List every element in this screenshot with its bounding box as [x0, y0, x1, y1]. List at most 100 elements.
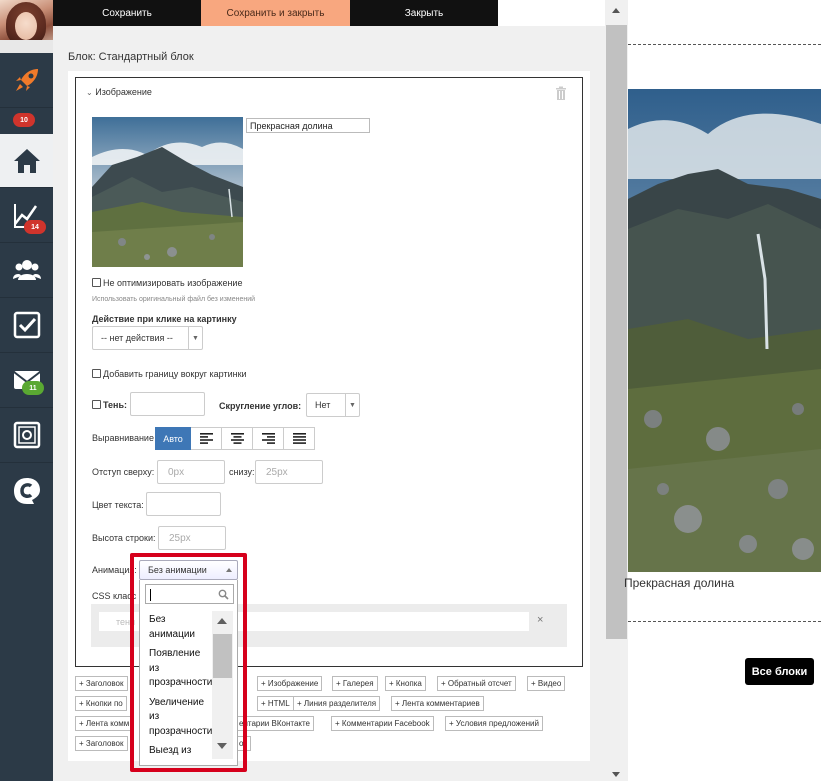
align-right-button[interactable]	[253, 427, 284, 450]
align-auto-button[interactable]: Авто	[155, 427, 191, 450]
radius-value: Нет	[315, 400, 331, 410]
trash-icon[interactable]	[555, 86, 567, 100]
tag-button[interactable]: + Изображение	[257, 676, 323, 691]
align-left-icon	[199, 433, 213, 444]
checkbox-icon	[13, 311, 40, 339]
logo-c-icon	[13, 477, 40, 504]
no-optimize-option[interactable]: Не оптимизировать изображение	[92, 278, 242, 288]
sidebar-item-mail[interactable]: 11	[0, 353, 53, 408]
align-right-icon	[261, 433, 275, 444]
padding-top-label: Отступ сверху:	[92, 467, 155, 477]
align-center-button[interactable]	[222, 427, 253, 450]
tag-button[interactable]: ентарии ВКонтакте	[235, 716, 314, 731]
align-center-icon	[230, 433, 244, 444]
padding-top-input[interactable]: 0px	[157, 460, 225, 484]
text-color-label: Цвет текста:	[92, 500, 144, 510]
dropdown-search-input[interactable]	[145, 584, 234, 604]
tag-button[interactable]: + Заголовок	[75, 736, 128, 751]
tag-button[interactable]: + Кнопка	[385, 676, 426, 691]
tag-button[interactable]: + Условия предложений	[445, 716, 543, 731]
users-icon	[12, 260, 41, 280]
section-title: Изображение	[95, 87, 152, 97]
dropdown-option[interactable]: Выезд из	[145, 742, 213, 762]
mail-badge: 11	[22, 381, 44, 395]
preview-divider	[628, 621, 821, 622]
shadow-checkbox[interactable]	[92, 400, 101, 409]
tag-button[interactable]: + Видео	[527, 676, 566, 691]
tag-button[interactable]: + Лента комментариев	[391, 696, 484, 711]
image-thumbnail[interactable]	[92, 117, 243, 267]
chevron-down-icon: ▼	[188, 327, 202, 349]
section-header[interactable]: ⌄ Изображение	[86, 87, 152, 97]
animation-select[interactable]: Без анимации	[139, 560, 238, 580]
scroll-up-icon[interactable]	[612, 8, 620, 13]
image-alt-input[interactable]	[246, 118, 370, 133]
shadow-option[interactable]: Тень:	[92, 400, 127, 410]
line-height-label: Высота строки:	[92, 533, 156, 543]
scroll-down-icon[interactable]	[217, 743, 227, 749]
tag-button[interactable]: + Кнопки по	[75, 696, 127, 711]
sidebar-item-launch[interactable]	[0, 53, 53, 108]
sidebar-item-stats[interactable]: 14	[0, 188, 53, 243]
avatar[interactable]	[0, 0, 53, 53]
click-action-label: Действие при клике на картинку	[92, 314, 237, 324]
dropdown-option[interactable]: Появление из прозрачности	[145, 645, 213, 694]
editor-scrollbar[interactable]	[605, 0, 628, 781]
shadow-input[interactable]	[130, 392, 205, 416]
sidebar-item-tasks[interactable]	[0, 298, 53, 353]
shadow-label: Тень:	[103, 400, 128, 410]
text-color-input[interactable]	[146, 492, 221, 516]
tag-button[interactable]: + Комментарии Facebook	[331, 716, 434, 731]
align-label: Выравнивание	[92, 433, 154, 443]
sidebar: 10 14 11	[0, 0, 53, 781]
save-button[interactable]: Сохранить	[53, 0, 201, 26]
all-blocks-button[interactable]: Все блоки	[745, 658, 814, 685]
border-checkbox[interactable]	[92, 369, 101, 378]
chevron-down-icon: ⌄	[86, 88, 93, 97]
no-optimize-checkbox[interactable]	[92, 278, 101, 287]
block-title: Блок: Стандартный блок	[68, 51, 194, 63]
close-icon[interactable]: ×	[537, 614, 543, 626]
animation-label: Анимация:	[92, 565, 137, 575]
dropdown-scroll-thumb[interactable]	[213, 634, 232, 678]
home-icon	[13, 148, 40, 173]
scroll-up-icon[interactable]	[217, 618, 227, 624]
tag-button[interactable]: + Линия разделителя	[293, 696, 381, 711]
dropdown-option[interactable]: Увеличение из прозрачности	[145, 694, 213, 743]
tag-button[interactable]: + Галерея	[332, 676, 378, 691]
align-justify-button[interactable]	[284, 427, 315, 450]
dropdown-options: Без анимации Появление из прозрачности У…	[145, 611, 213, 763]
padding-bottom-input[interactable]: 25px	[255, 460, 323, 484]
preview-image[interactable]	[628, 89, 821, 572]
tag-button[interactable]: + Заголовок	[75, 676, 128, 691]
close-button[interactable]: Закрыть	[350, 0, 498, 26]
notification-badge: 10	[13, 113, 35, 127]
tag-button[interactable]: + Обратный отсчет	[437, 676, 516, 691]
click-action-select[interactable]: -- нет действия -- ▼	[92, 326, 203, 350]
mountain-preview-image	[628, 89, 821, 572]
tag-button[interactable]: + HTML	[257, 696, 294, 711]
sidebar-item-brand[interactable]	[0, 463, 53, 518]
scroll-down-icon[interactable]	[612, 772, 620, 777]
align-left-button[interactable]	[191, 427, 222, 450]
tag-button[interactable]: + Лента комм	[75, 716, 134, 731]
animation-selected-value: Без анимации	[148, 565, 207, 575]
dropdown-scrollbar[interactable]	[212, 611, 233, 759]
css-class-label: CSS класс	[92, 591, 137, 601]
scroll-thumb[interactable]	[606, 25, 627, 639]
chevron-down-icon: ▼	[345, 394, 359, 416]
save-and-close-button[interactable]: Сохранить и закрыть	[201, 0, 350, 26]
search-icon	[218, 589, 229, 600]
line-height-input[interactable]: 25px	[158, 526, 226, 550]
radius-select[interactable]: Нет ▼	[306, 393, 360, 417]
align-buttons: Авто	[155, 427, 315, 450]
sidebar-item-safe[interactable]	[0, 408, 53, 463]
editor-toolbar: Сохранить Сохранить и закрыть Закрыть	[53, 0, 498, 26]
mountain-image	[92, 117, 243, 267]
block-editor: Блок: Стандартный блок ⌄ Изображение Пре…	[53, 26, 605, 781]
sidebar-item-users[interactable]	[0, 243, 53, 298]
border-option[interactable]: Добавить границу вокруг картинки	[92, 369, 247, 379]
sidebar-item-home[interactable]	[0, 134, 53, 188]
border-label: Добавить границу вокруг картинки	[103, 369, 247, 379]
dropdown-option[interactable]: Без анимации	[145, 611, 213, 645]
